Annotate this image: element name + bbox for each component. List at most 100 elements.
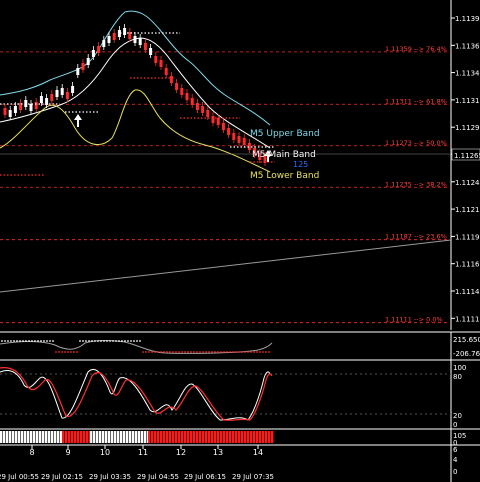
- signal-bar: [223, 431, 226, 443]
- signal-bar: [175, 431, 178, 443]
- signal-bar: [12, 431, 15, 443]
- indicator1-dot: [226, 351, 228, 353]
- candle-body: [221, 123, 225, 130]
- indicator1-dot: [199, 351, 201, 353]
- band-labels: M5 Upper Band M5 Main Band M5 Lower Band…: [250, 129, 320, 181]
- indicator1-dot: [133, 340, 135, 342]
- signal-bar: [71, 431, 74, 443]
- signal-bar: [229, 431, 232, 443]
- indicator1-dot: [184, 351, 186, 353]
- indicator1-dot: [58, 351, 60, 353]
- indicator1-dot: [154, 351, 156, 353]
- indicator1-dot: [256, 351, 258, 353]
- indicator1-dot: [145, 351, 147, 353]
- candle-body: [112, 33, 116, 40]
- indicator1-dot: [223, 351, 225, 353]
- indicator1-dot: [235, 351, 237, 353]
- fib-level-label: 1.11187 --> 23.6%: [385, 233, 447, 241]
- right-bottom-label-0: 0: [453, 468, 457, 476]
- indicator1-dot: [19, 340, 21, 342]
- indicator1-dot: [247, 351, 249, 353]
- time-label: 29 Jul 06:15: [184, 473, 226, 481]
- indicator1-dot: [31, 340, 33, 342]
- signal-bar: [48, 431, 51, 443]
- signal-bar: [132, 431, 135, 443]
- signal-bar: [33, 431, 36, 443]
- signal-bar: [268, 431, 271, 443]
- indicator1-dot: [217, 351, 219, 353]
- indicator1-dot: [22, 340, 24, 342]
- candle-body: [206, 110, 210, 117]
- signal-bar: [160, 431, 163, 443]
- main-price-panel[interactable]: 1.11390 1.11365 1.11340 1.11315 1.11290 1.112…: [0, 0, 480, 330]
- price-axis-label: 1.11190: [455, 233, 480, 241]
- signal-bar: [120, 431, 123, 443]
- candle-body: [138, 38, 142, 45]
- signal-bar: [205, 431, 208, 443]
- price-axis-label: 1.11290: [455, 124, 480, 132]
- trend-line[interactable]: [0, 239, 452, 293]
- signal-bar: [108, 431, 111, 443]
- indicator1-dot: [112, 340, 114, 342]
- signal-bar: [217, 431, 220, 443]
- indicator1-line: [0, 340, 273, 354]
- indicator1-dot: [151, 351, 153, 353]
- signal-bar: [256, 431, 259, 443]
- candle-body: [143, 43, 147, 50]
- candle-body: [133, 36, 137, 43]
- indicator1-max-label: 215.6507: [453, 336, 480, 344]
- indicator1-dot: [232, 351, 234, 353]
- candle-body: [185, 93, 189, 100]
- candle-body: [86, 58, 90, 65]
- signal-bar: [135, 431, 138, 443]
- indicator-panel-1[interactable]: 215.6507 -206.7624: [0, 331, 480, 360]
- candle-body: [39, 96, 43, 103]
- indicator1-dot: [181, 351, 183, 353]
- day-label: 11: [138, 448, 148, 457]
- indicator1-dot: [7, 340, 9, 342]
- indicator1-dot: [172, 351, 174, 353]
- indicator1-dot: [148, 351, 150, 353]
- signal-bar: [96, 431, 99, 443]
- signal-bar: [86, 431, 89, 443]
- indicator1-dot: [142, 351, 144, 353]
- signal-bar: [30, 431, 33, 443]
- signal-bar: [199, 431, 202, 443]
- signal-bar: [57, 431, 60, 443]
- indicator-panel-2[interactable]: 100 80 20 0: [0, 359, 480, 429]
- indicator1-dot: [10, 340, 12, 342]
- candle-body: [180, 88, 184, 95]
- price-axis-label: 1.11240: [455, 179, 480, 187]
- signal-bar: [138, 431, 141, 443]
- indicator1-dot: [262, 351, 264, 353]
- price-axis: 1.11390 1.11365 1.11340 1.11315 1.11290 1.112…: [451, 15, 480, 323]
- candle-body: [242, 138, 246, 145]
- signal-bar: [148, 431, 151, 443]
- indicator1-dot: [85, 340, 87, 342]
- indicator1-dot: [91, 340, 93, 342]
- signal-bar: [157, 431, 160, 443]
- signal-bar: [196, 431, 199, 443]
- indicator1-dot: [253, 351, 255, 353]
- signal-bar: [0, 431, 3, 443]
- trading-chart[interactable]: 1.11390 1.11365 1.11340 1.11315 1.11290 1.112…: [0, 0, 480, 482]
- indicator1-dot: [166, 351, 168, 353]
- indicator1-dot: [196, 351, 198, 353]
- signal-bar: [250, 431, 253, 443]
- candle-body: [227, 128, 231, 135]
- candle-body: [55, 90, 59, 97]
- candle-body: [211, 116, 215, 123]
- candle-body: [8, 110, 12, 117]
- indicator1-dot: [70, 351, 72, 353]
- signal-bar: [80, 431, 83, 443]
- indicator1-dot: [121, 340, 123, 342]
- day-label: 8: [29, 448, 34, 457]
- signal-bar: [126, 431, 129, 443]
- signal-bar: [241, 431, 244, 443]
- indicator1-dot: [82, 340, 84, 342]
- indicator1-dot: [16, 340, 18, 342]
- indicator1-dot: [61, 351, 63, 353]
- arrow-icon-up: [74, 114, 272, 162]
- indicator1-min-label: -206.7624: [453, 350, 480, 358]
- indicator1-dot: [100, 340, 102, 342]
